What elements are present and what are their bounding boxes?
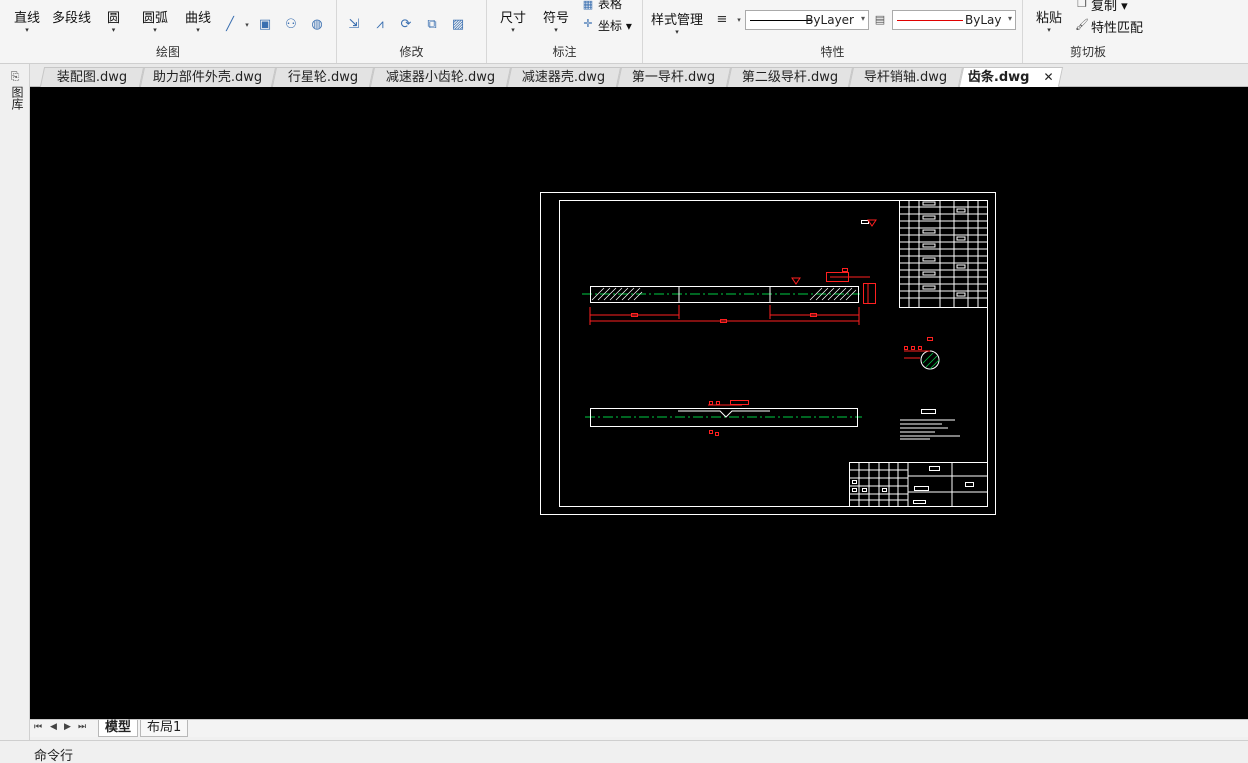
edit-icon[interactable]: ▨ [450,17,466,33]
polyline-button[interactable]: 多段线 [52,7,91,26]
parameter-table [899,200,988,308]
doc-tab[interactable]: 减速器小齿轮.dwg [369,67,512,87]
chevron-down-icon: ▾ [1007,14,1012,23]
ribbon-group-draw: 直线 ▾ 多段线 圆 ▾ 圆弧 ▾ 曲线 ▾ ╱ ▾ ▣ ⚇ ◍ 绘图 [0,0,337,63]
next-page-icon[interactable]: ▶ [64,722,71,732]
doc-tab-active[interactable]: 齿条.dwg ✕ [958,67,1064,87]
rectangle-icon[interactable]: ▣ [257,17,273,33]
doc-tab[interactable]: 第二级导杆.dwg [726,67,854,87]
line-tool-icon[interactable]: ╱ [222,17,238,33]
rack-section-view [904,337,940,370]
coordinate-icon[interactable]: ✛ [580,16,596,32]
doc-tab[interactable]: 行星轮.dwg [271,67,375,87]
document-tab-bar: 装配图.dwg 助力部件外壳.dwg 行星轮.dwg 减速器小齿轮.dwg 减速… [30,64,1248,87]
ribbon-group-modify: ⇲ ⩘ ⟳ ⧉ ▨ 修改 [337,0,487,63]
copy-icon[interactable]: ❐ [1074,0,1090,12]
library-tab[interactable]: 图库 [9,86,26,110]
region-icon[interactable]: ◍ [309,17,325,33]
doc-tab[interactable]: 减速器壳.dwg [506,67,622,87]
color-preview [897,20,963,21]
match-properties-button[interactable]: 特性匹配 [1091,17,1143,36]
hatch-icon[interactable]: ⚇ [283,17,299,33]
doc-tab[interactable]: 装配图.dwg [39,67,145,87]
color-value: ByLayer [965,13,1001,27]
symbol-button[interactable]: 符号 ▾ [543,7,569,34]
drawing-sheet [540,192,996,515]
title-block [849,462,988,507]
doc-tab[interactable]: 助力部件外壳.dwg [139,67,277,87]
clipboard-group-label: 剪切板 [1069,45,1106,59]
tab-layout1[interactable]: 布局1 [140,720,189,737]
table-icon[interactable]: ▦ [580,0,596,13]
copy-object-icon[interactable]: ⧉ [424,17,440,33]
technical-notes [900,409,960,440]
move-icon[interactable]: ⇲ [346,17,362,33]
rack-main-view [582,219,877,325]
close-icon[interactable]: ✕ [1044,70,1054,84]
first-page-icon[interactable]: ⏮ [34,722,42,732]
chevron-down-icon: ▾ [860,14,865,23]
table-button[interactable]: 表格 [598,0,622,12]
prev-page-icon[interactable]: ◀ [50,722,57,732]
ribbon-group-properties: 样式管理▾ ≡ ▾ ByLayer ▾ ▤ ByLayer ▾ 特性 [643,0,1023,63]
color-select[interactable]: ByLayer ▾ [892,10,1016,30]
copy-button[interactable]: 复制 ▾ [1091,0,1128,14]
last-page-icon[interactable]: ⏭ [78,722,86,732]
drawing-canvas[interactable] [30,87,1248,719]
linetype-preview [750,20,812,21]
doc-tab[interactable]: 导杆销轴.dwg [848,67,964,87]
doc-tab[interactable]: 第一导杆.dwg [616,67,732,87]
dropdown-arrow-icon[interactable]: ▾ [239,17,255,33]
modify-group-label: 修改 [399,45,424,59]
style-manager-button[interactable]: 样式管理 ▾ [651,9,703,36]
dimension-button[interactable]: 尺寸 ▾ [500,7,526,34]
match-properties-icon[interactable]: 🖌 [1074,17,1090,33]
line-button[interactable]: 直线 ▾ [14,7,40,34]
circle-button[interactable]: 圆 ▾ [107,7,120,34]
curve-button[interactable]: 曲线 ▾ [185,7,211,34]
lineweight-icon[interactable]: ≡ [714,12,730,28]
left-side-panel: ⎘ 图库 [0,64,30,740]
linetype-select[interactable]: ByLayer ▾ [745,10,869,30]
properties-group-label: 特性 [820,45,845,59]
annotate-group-label: 标注 [552,45,577,59]
draw-group-label: 绘图 [155,45,180,59]
coordinate-button[interactable]: 坐标 ▾ [598,17,632,34]
layout-tab-bar: ⏮ ◀ ▶ ⏭ 模型 布局1 [30,719,1248,737]
rotate-icon[interactable]: ⟳ [398,17,414,33]
ribbon-group-annotate: 尺寸 ▾ 符号 ▾ ▦ 表格 ✛ 坐标 ▾ 标注 [487,0,643,63]
command-line-panel[interactable]: 命令行 [0,740,1248,763]
library-icon[interactable]: ⎘ [7,69,23,85]
cad-app-window: 直线 ▾ 多段线 圆 ▾ 圆弧 ▾ 曲线 ▾ ╱ ▾ ▣ ⚇ ◍ 绘图 ⇲ ⩘ ⟳ ⧉ … [0,0,1248,763]
sheet-outer-border [540,192,996,515]
rack-top-view [585,400,862,436]
command-line-label: 命令行 [34,749,74,763]
tab-model[interactable]: 模型 [98,720,139,737]
paste-button[interactable]: 粘贴 ▾ [1036,7,1062,34]
ribbon-group-clipboard: 粘贴 ▾ ❐ 复制 ▾ 🖌 特性匹配 剪切板 [1023,0,1153,63]
arc-button[interactable]: 圆弧 ▾ [142,7,168,34]
layer-icon[interactable]: ▤ [872,12,888,28]
ribbon: 直线 ▾ 多段线 圆 ▾ 圆弧 ▾ 曲线 ▾ ╱ ▾ ▣ ⚇ ◍ 绘图 ⇲ ⩘ ⟳ ⧉ … [0,0,1248,64]
linetype-value: ByLayer [805,13,854,27]
mirror-icon[interactable]: ⩘ [372,17,388,33]
